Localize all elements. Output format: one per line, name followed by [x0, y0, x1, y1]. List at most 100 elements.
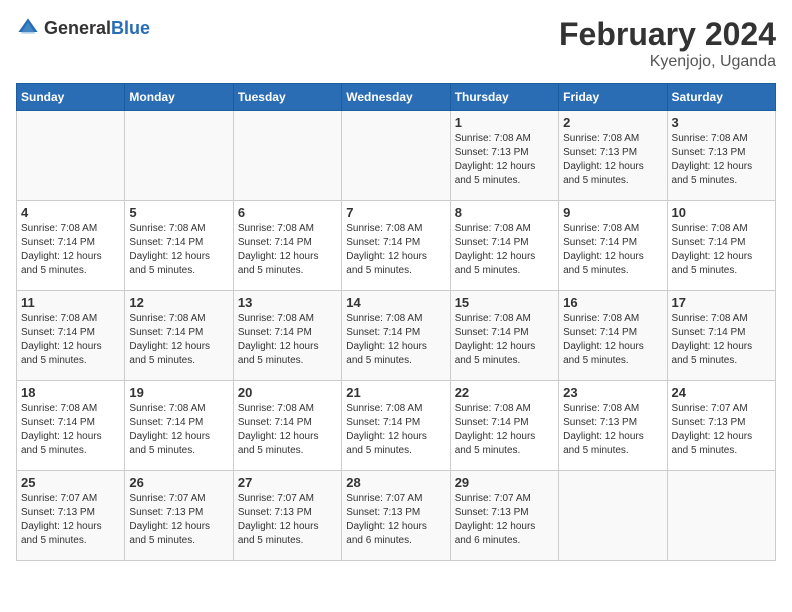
day-info: Sunrise: 7:08 AMSunset: 7:13 PMDaylight:…	[672, 132, 771, 188]
title-block: February 2024 Kyenjojo, Uganda	[559, 16, 776, 71]
day-of-week-header: Tuesday	[233, 84, 341, 111]
calendar-cell: 6 Sunrise: 7:08 AMSunset: 7:14 PMDaylight…	[233, 201, 341, 291]
calendar-cell: 7 Sunrise: 7:08 AMSunset: 7:14 PMDaylight…	[342, 201, 450, 291]
day-info: Sunrise: 7:08 AMSunset: 7:14 PMDaylight:…	[21, 312, 120, 368]
calendar-cell: 9 Sunrise: 7:08 AMSunset: 7:14 PMDaylight…	[559, 201, 667, 291]
day-number: 24	[672, 385, 771, 400]
day-number: 11	[21, 295, 120, 310]
day-number: 15	[455, 295, 554, 310]
calendar-cell: 10Sunrise: 7:08 AMSunset: 7:14 PMDayligh…	[667, 201, 775, 291]
logo: GeneralBlue	[16, 16, 150, 40]
calendar-cell: 3 Sunrise: 7:08 AMSunset: 7:13 PMDaylight…	[667, 111, 775, 201]
calendar-cell: 21 Sunrise: 7:08 AMSunset: 7:14 PMDayligh…	[342, 381, 450, 471]
day-number: 20	[238, 385, 337, 400]
day-info: Sunrise: 7:08 AMSunset: 7:14 PMDaylight:…	[455, 402, 554, 458]
calendar-cell: 8 Sunrise: 7:08 AMSunset: 7:14 PMDaylight…	[450, 201, 558, 291]
calendar-cell: 20 Sunrise: 7:08 AMSunset: 7:14 PMDayligh…	[233, 381, 341, 471]
page-header: GeneralBlue February 2024 Kyenjojo, Ugan…	[16, 16, 776, 71]
day-number: 5	[129, 205, 228, 220]
day-info: Sunrise: 7:08 AMSunset: 7:14 PMDaylight:…	[346, 312, 445, 368]
day-info: Sunrise: 7:08 AMSunset: 7:14 PMDaylight:…	[21, 402, 120, 458]
calendar-cell: 24 Sunrise: 7:07 AMSunset: 7:13 PMDayligh…	[667, 381, 775, 471]
day-number: 19	[129, 385, 228, 400]
month-title: February 2024	[559, 16, 776, 53]
day-info: Sunrise: 7:08 AMSunset: 7:14 PMDaylight:…	[129, 222, 228, 278]
calendar-cell: 1 Sunrise: 7:08 AMSunset: 7:13 PMDaylight…	[450, 111, 558, 201]
calendar-table: SundayMondayTuesdayWednesdayThursdayFrid…	[16, 83, 776, 561]
day-number: 25	[21, 475, 120, 490]
calendar-cell: 23 Sunrise: 7:08 AMSunset: 7:13 PMDayligh…	[559, 381, 667, 471]
day-number: 21	[346, 385, 445, 400]
day-number: 26	[129, 475, 228, 490]
day-info: Sunrise: 7:08 AMSunset: 7:14 PMDaylight:…	[129, 312, 228, 368]
calendar-cell: 13Sunrise: 7:08 AMSunset: 7:14 PMDayligh…	[233, 291, 341, 381]
calendar-cell: 19 Sunrise: 7:08 AMSunset: 7:14 PMDayligh…	[125, 381, 233, 471]
day-info: Sunrise: 7:07 AMSunset: 7:13 PMDaylight:…	[238, 492, 337, 548]
calendar-cell	[559, 471, 667, 561]
calendar-cell: 18Sunrise: 7:08 AMSunset: 7:14 PMDayligh…	[17, 381, 125, 471]
day-number: 9	[563, 205, 662, 220]
day-info: Sunrise: 7:07 AMSunset: 7:13 PMDaylight:…	[672, 402, 771, 458]
calendar-cell: 16 Sunrise: 7:08 AMSunset: 7:14 PMDayligh…	[559, 291, 667, 381]
day-number: 28	[346, 475, 445, 490]
day-info: Sunrise: 7:08 AMSunset: 7:13 PMDaylight:…	[455, 132, 554, 188]
day-info: Sunrise: 7:08 AMSunset: 7:14 PMDaylight:…	[563, 222, 662, 278]
day-number: 22	[455, 385, 554, 400]
day-number: 6	[238, 205, 337, 220]
calendar-cell: 17Sunrise: 7:08 AMSunset: 7:14 PMDayligh…	[667, 291, 775, 381]
day-info: Sunrise: 7:08 AMSunset: 7:14 PMDaylight:…	[672, 312, 771, 368]
day-info: Sunrise: 7:08 AMSunset: 7:14 PMDaylight:…	[563, 312, 662, 368]
day-info: Sunrise: 7:08 AMSunset: 7:14 PMDaylight:…	[21, 222, 120, 278]
day-of-week-header: Saturday	[667, 84, 775, 111]
calendar-cell: 26Sunrise: 7:07 AMSunset: 7:13 PMDayligh…	[125, 471, 233, 561]
day-of-week-header: Sunday	[17, 84, 125, 111]
location-title: Kyenjojo, Uganda	[559, 53, 776, 71]
day-info: Sunrise: 7:08 AMSunset: 7:14 PMDaylight:…	[455, 312, 554, 368]
day-number: 3	[672, 115, 771, 130]
logo-text: GeneralBlue	[44, 18, 150, 39]
calendar-cell	[667, 471, 775, 561]
day-info: Sunrise: 7:08 AMSunset: 7:14 PMDaylight:…	[238, 222, 337, 278]
day-number: 1	[455, 115, 554, 130]
day-number: 29	[455, 475, 554, 490]
logo-icon	[16, 16, 40, 40]
day-info: Sunrise: 7:08 AMSunset: 7:14 PMDaylight:…	[455, 222, 554, 278]
day-info: Sunrise: 7:07 AMSunset: 7:13 PMDaylight:…	[346, 492, 445, 548]
day-info: Sunrise: 7:08 AMSunset: 7:14 PMDaylight:…	[346, 402, 445, 458]
day-info: Sunrise: 7:08 AMSunset: 7:14 PMDaylight:…	[346, 222, 445, 278]
day-number: 7	[346, 205, 445, 220]
day-of-week-header: Wednesday	[342, 84, 450, 111]
calendar-cell: 28 Sunrise: 7:07 AMSunset: 7:13 PMDayligh…	[342, 471, 450, 561]
day-info: Sunrise: 7:08 AMSunset: 7:14 PMDaylight:…	[238, 312, 337, 368]
day-info: Sunrise: 7:08 AMSunset: 7:13 PMDaylight:…	[563, 132, 662, 188]
calendar-week-row: 4Sunrise: 7:08 AMSunset: 7:14 PMDaylight…	[17, 201, 776, 291]
calendar-body: 1 Sunrise: 7:08 AMSunset: 7:13 PMDaylight…	[17, 111, 776, 561]
day-number: 8	[455, 205, 554, 220]
calendar-cell	[233, 111, 341, 201]
calendar-week-row: 11 Sunrise: 7:08 AMSunset: 7:14 PMDayligh…	[17, 291, 776, 381]
day-info: Sunrise: 7:08 AMSunset: 7:13 PMDaylight:…	[563, 402, 662, 458]
header-row: SundayMondayTuesdayWednesdayThursdayFrid…	[17, 84, 776, 111]
calendar-week-row: 1 Sunrise: 7:08 AMSunset: 7:13 PMDaylight…	[17, 111, 776, 201]
calendar-cell: 25 Sunrise: 7:07 AMSunset: 7:13 PMDayligh…	[17, 471, 125, 561]
day-of-week-header: Monday	[125, 84, 233, 111]
day-number: 16	[563, 295, 662, 310]
day-number: 12	[129, 295, 228, 310]
calendar-cell: 4Sunrise: 7:08 AMSunset: 7:14 PMDaylight…	[17, 201, 125, 291]
day-number: 10	[672, 205, 771, 220]
day-info: Sunrise: 7:08 AMSunset: 7:14 PMDaylight:…	[238, 402, 337, 458]
calendar-cell: 22 Sunrise: 7:08 AMSunset: 7:14 PMDayligh…	[450, 381, 558, 471]
day-info: Sunrise: 7:07 AMSunset: 7:13 PMDaylight:…	[455, 492, 554, 548]
day-number: 14	[346, 295, 445, 310]
calendar-cell: 5 Sunrise: 7:08 AMSunset: 7:14 PMDaylight…	[125, 201, 233, 291]
day-info: Sunrise: 7:08 AMSunset: 7:14 PMDaylight:…	[129, 402, 228, 458]
calendar-cell: 12 Sunrise: 7:08 AMSunset: 7:14 PMDayligh…	[125, 291, 233, 381]
day-info: Sunrise: 7:07 AMSunset: 7:13 PMDaylight:…	[21, 492, 120, 548]
calendar-cell: 27Sunrise: 7:07 AMSunset: 7:13 PMDayligh…	[233, 471, 341, 561]
calendar-cell	[342, 111, 450, 201]
day-of-week-header: Thursday	[450, 84, 558, 111]
calendar-cell: 15 Sunrise: 7:08 AMSunset: 7:14 PMDayligh…	[450, 291, 558, 381]
calendar-cell: 2Sunrise: 7:08 AMSunset: 7:13 PMDaylight…	[559, 111, 667, 201]
calendar-cell	[17, 111, 125, 201]
day-number: 23	[563, 385, 662, 400]
